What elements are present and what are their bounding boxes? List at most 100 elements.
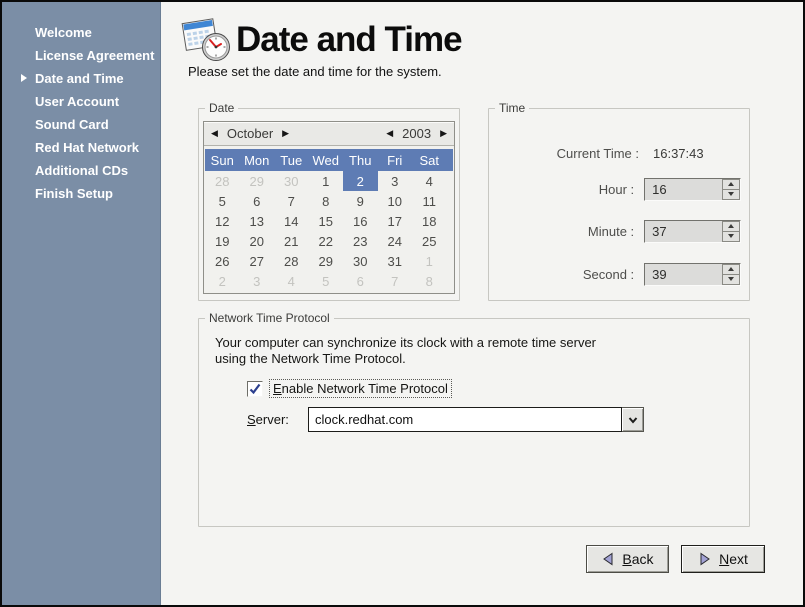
- active-item-arrow-icon: [21, 74, 27, 82]
- calendar-day-cell[interactable]: 19: [205, 231, 240, 251]
- sidebar-item-additional-cds[interactable]: Additional CDs: [2, 159, 160, 182]
- sidebar-item-finish-setup[interactable]: Finish Setup: [2, 182, 160, 205]
- calendar-day-cell[interactable]: 3: [240, 271, 275, 291]
- down-arrow-icon: [728, 192, 734, 196]
- sidebar-item-user-account[interactable]: User Account: [2, 90, 160, 113]
- prev-month-icon[interactable]: ◀: [211, 129, 218, 138]
- calendar-day-cell[interactable]: 6: [343, 271, 378, 291]
- current-time-row: Current Time : 16:37:43: [489, 141, 741, 165]
- calendar-day-cell[interactable]: 1: [309, 171, 344, 191]
- ntp-description-line1: Your computer can synchronize its clock …: [215, 335, 596, 350]
- calendar-day-cell[interactable]: 16: [343, 211, 378, 231]
- sidebar-item-label: Red Hat Network: [35, 140, 139, 155]
- hour-spinner[interactable]: 16: [644, 178, 741, 201]
- calendar-day-cell[interactable]: 17: [378, 211, 413, 231]
- calendar-day-cell[interactable]: 8: [412, 271, 447, 291]
- next-month-icon[interactable]: ▶: [282, 129, 289, 138]
- server-combobox[interactable]: clock.redhat.com: [308, 407, 644, 432]
- sidebar-item-license-agreement[interactable]: License Agreement: [2, 44, 160, 67]
- wizard-buttons: Back Next: [586, 545, 765, 573]
- prev-year-icon[interactable]: ◀: [386, 129, 393, 138]
- calendar-day-cell[interactable]: 29: [309, 251, 344, 271]
- back-button[interactable]: Back: [586, 545, 669, 573]
- month-label: October: [227, 126, 273, 141]
- calendar-day-cell[interactable]: 2: [205, 271, 240, 291]
- server-row: Server: clock.redhat.com: [247, 407, 644, 432]
- second-label: Second :: [489, 267, 634, 282]
- calendar-day-header: Thu: [343, 153, 378, 168]
- calendar-day-cell[interactable]: 5: [309, 271, 344, 291]
- calendar-day-cell[interactable]: 6: [240, 191, 275, 211]
- hour-row: Hour : 16: [489, 177, 741, 201]
- second-down-button[interactable]: [722, 275, 740, 285]
- calendar-day-cell[interactable]: 11: [412, 191, 447, 211]
- calendar-day-cell[interactable]: 7: [378, 271, 413, 291]
- calendar-day-cell[interactable]: 10: [378, 191, 413, 211]
- minute-down-button[interactable]: [722, 232, 740, 242]
- sidebar-item-red-hat-network[interactable]: Red Hat Network: [2, 136, 160, 159]
- calendar-day-header: Sun: [205, 153, 240, 168]
- sidebar-item-label: Additional CDs: [35, 163, 128, 178]
- calendar-day-cell[interactable]: 13: [240, 211, 275, 231]
- calendar-day-cell[interactable]: 30: [274, 171, 309, 191]
- sidebar-item-sound-card[interactable]: Sound Card: [2, 113, 160, 136]
- ntp-group: Network Time Protocol Your computer can …: [198, 318, 750, 527]
- calendar-day-cell[interactable]: 3: [378, 171, 413, 191]
- calendar-day-cell[interactable]: 15: [309, 211, 344, 231]
- server-input[interactable]: clock.redhat.com: [308, 407, 622, 432]
- ntp-checkbox-row: Enable Network Time Protocol: [247, 379, 452, 398]
- minute-row: Minute : 37: [489, 219, 741, 243]
- month-navigation: ◀ October ▶: [211, 126, 289, 141]
- calendar-day-cell[interactable]: 14: [274, 211, 309, 231]
- enable-ntp-checkbox[interactable]: [247, 381, 263, 397]
- calendar-day-cell[interactable]: 9: [343, 191, 378, 211]
- calendar-day-cell[interactable]: 27: [240, 251, 275, 271]
- sidebar-item-date-and-time[interactable]: Date and Time: [2, 67, 160, 90]
- calendar-day-cell[interactable]: 30: [343, 251, 378, 271]
- sidebar-item-welcome[interactable]: Welcome: [2, 21, 160, 44]
- page-title: Date and Time: [236, 20, 462, 60]
- page-subtitle: Please set the date and time for the sys…: [188, 64, 442, 79]
- calendar-day-cell[interactable]: 22: [309, 231, 344, 251]
- calendar-day-cell[interactable]: 28: [205, 171, 240, 191]
- year-navigation: ◀ 2003 ▶: [386, 126, 447, 141]
- down-arrow-icon: [728, 277, 734, 281]
- calendar-day-cell[interactable]: 23: [343, 231, 378, 251]
- minute-spinner[interactable]: 37: [644, 220, 741, 243]
- second-up-button[interactable]: [722, 264, 740, 275]
- back-arrow-icon: [601, 552, 615, 566]
- calendar-day-cell[interactable]: 21: [274, 231, 309, 251]
- calendar-day-cell[interactable]: 8: [309, 191, 344, 211]
- calendar-day-cell[interactable]: 5: [205, 191, 240, 211]
- server-dropdown-button[interactable]: [622, 407, 644, 432]
- next-button[interactable]: Next: [681, 545, 765, 573]
- down-arrow-icon: [728, 234, 734, 238]
- calendar-day-cell[interactable]: 18: [412, 211, 447, 231]
- time-group: Time Current Time : 16:37:43 Hour : 16 M…: [488, 108, 750, 301]
- calendar-day-cell[interactable]: 25: [412, 231, 447, 251]
- current-time-value: 16:37:43: [653, 146, 704, 161]
- minute-up-button[interactable]: [722, 221, 740, 232]
- calendar-day-cell[interactable]: 28: [274, 251, 309, 271]
- calendar-day-cell[interactable]: 1: [412, 251, 447, 271]
- calendar-day-cell[interactable]: 20: [240, 231, 275, 251]
- calendar-day-cell[interactable]: 29: [240, 171, 275, 191]
- sidebar-item-label: User Account: [35, 94, 119, 109]
- hour-down-button[interactable]: [722, 190, 740, 200]
- calendar-day-cell[interactable]: 4: [274, 271, 309, 291]
- calendar-day-cell[interactable]: 12: [205, 211, 240, 231]
- enable-ntp-label[interactable]: Enable Network Time Protocol: [269, 379, 452, 398]
- calendar-day-cell[interactable]: 7: [274, 191, 309, 211]
- calendar-day-cell[interactable]: 4: [412, 171, 447, 191]
- calendar-day-cell[interactable]: 26: [205, 251, 240, 271]
- server-label: Server:: [247, 412, 308, 427]
- next-year-icon[interactable]: ▶: [440, 129, 447, 138]
- chevron-down-icon: [628, 416, 638, 424]
- sidebar-item-label: Date and Time: [35, 71, 124, 86]
- calendar-day-cell[interactable]: 31: [378, 251, 413, 271]
- next-arrow-icon: [698, 552, 712, 566]
- calendar-day-cell[interactable]: 2: [343, 171, 378, 191]
- second-spinner[interactable]: 39: [644, 263, 741, 286]
- hour-up-button[interactable]: [722, 179, 740, 190]
- calendar-day-cell[interactable]: 24: [378, 231, 413, 251]
